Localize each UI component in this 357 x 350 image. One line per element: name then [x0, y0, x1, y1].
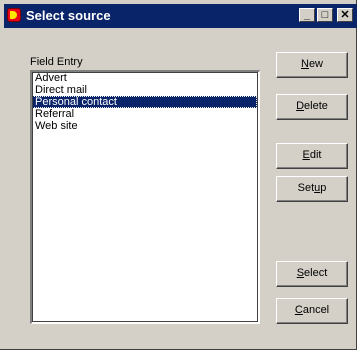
list-item[interactable]: Web site [32, 120, 257, 132]
edit-label: Edit [302, 149, 322, 161]
list-item[interactable]: Advert [32, 72, 257, 84]
minimize-button[interactable]: _ [299, 8, 315, 22]
cancel-button[interactable]: Cancel [276, 298, 348, 324]
select-button[interactable]: Select [276, 261, 348, 287]
list-item[interactable]: Referral [32, 108, 257, 120]
select-source-dialog: Select source _ □ ✕ Field Entry Advert D… [0, 0, 357, 350]
close-button[interactable]: ✕ [337, 8, 353, 22]
source-listbox[interactable]: Advert Direct mail Personal contact Refe… [30, 70, 260, 324]
delete-button[interactable]: Delete [276, 94, 348, 120]
delete-label: Delete [296, 100, 328, 112]
maximize-button[interactable]: □ [317, 8, 333, 22]
cancel-label: Cancel [294, 304, 330, 316]
setup-button[interactable]: Setup [276, 176, 348, 202]
setup-label: Setup [297, 182, 327, 194]
list-item-selected[interactable]: Personal contact [32, 96, 257, 108]
list-item[interactable]: Direct mail [32, 84, 257, 96]
title-bar[interactable]: Select source _ □ ✕ [4, 4, 357, 28]
new-button[interactable]: New [276, 52, 348, 78]
select-label: Select [296, 267, 328, 279]
new-label: New [300, 58, 323, 70]
field-entry-label: Field Entry [30, 56, 83, 68]
app-icon [7, 8, 21, 22]
window-title: Select source [26, 8, 111, 23]
edit-button[interactable]: Edit [276, 143, 348, 169]
